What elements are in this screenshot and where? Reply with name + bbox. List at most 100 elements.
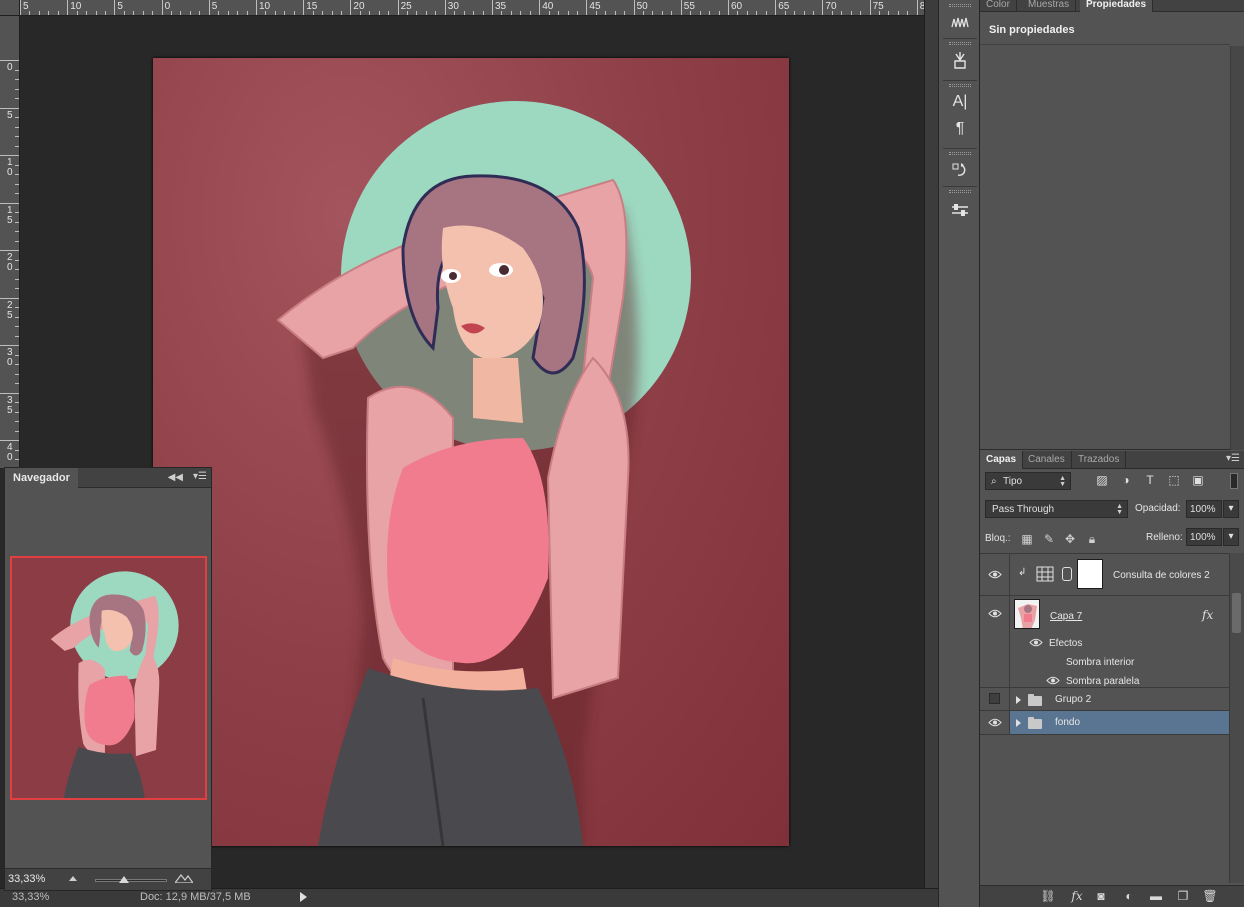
character-icon[interactable]: A|	[947, 90, 973, 114]
navigator-zoom-field[interactable]: 33,33%	[8, 873, 45, 885]
ruler-tick	[208, 0, 210, 15]
horizontal-ruler[interactable]: 510505101520253035404550556065707580	[20, 0, 924, 16]
filter-type-icon[interactable]: T	[1142, 473, 1158, 489]
folder-icon	[1028, 717, 1042, 729]
spinner-icon: ▲ ▼	[1116, 503, 1123, 516]
opacity-input[interactable]: 100%	[1186, 500, 1222, 518]
panel-icon-strip: A| ¶	[938, 0, 980, 907]
add-mask-icon[interactable]: ◙	[1093, 889, 1109, 905]
scrollbar-thumb[interactable]	[1232, 593, 1241, 633]
tab-muestras[interactable]: Muestras	[1022, 0, 1077, 12]
ruler-tick	[492, 0, 493, 15]
zoom-in-icon[interactable]	[175, 873, 193, 883]
effects-header[interactable]: Efectos	[1049, 638, 1082, 649]
filter-pixel-icon[interactable]: ▨	[1094, 473, 1110, 489]
visibility-toggle[interactable]	[980, 688, 1010, 710]
adjustments-icon[interactable]	[947, 198, 973, 222]
panel-menu-icon[interactable]: ▾☰	[1226, 453, 1240, 464]
eye-icon[interactable]	[988, 609, 1002, 618]
vertical-ruler[interactable]: 0 5 1 0 1 5 2 0 2 5 3 0 3 5 4 0	[0, 16, 20, 468]
layer-row-fondo[interactable]: fondo	[980, 711, 1229, 735]
expand-icon[interactable]	[1016, 719, 1021, 727]
opacity-label: Opacidad:	[1135, 503, 1181, 514]
eye-icon[interactable]	[1029, 638, 1043, 647]
lock-pixels-icon[interactable]: ✎	[1042, 532, 1056, 546]
paragraph-icon[interactable]: ¶	[947, 117, 973, 141]
panel-menu-icon[interactable]: ▾☰	[193, 471, 207, 482]
navigator-header: Navegador ◀◀ ▾☰	[5, 468, 211, 488]
clone-source-icon[interactable]	[947, 48, 973, 72]
zoom-out-icon[interactable]	[69, 876, 77, 881]
visibility-toggle[interactable]	[980, 711, 1010, 734]
link-layers-icon[interactable]: ⛓	[1040, 889, 1056, 905]
ruler-tick	[0, 202, 19, 204]
strip-grip[interactable]	[949, 4, 971, 7]
effect-drop-shadow[interactable]: Sombra paralela	[1066, 676, 1139, 687]
ruler-label: 5	[117, 1, 123, 12]
tab-color[interactable]: Color	[980, 0, 1017, 12]
ruler-label: 2 0	[7, 252, 13, 273]
ruler-tick	[350, 0, 352, 15]
status-menu-arrow-icon[interactable]	[300, 892, 307, 902]
properties-empty-label: Sin propiedades	[989, 24, 1075, 36]
layer-row-grupo-2[interactable]: Grupo 2	[980, 688, 1229, 711]
layers-footer: ⛓ fx ◙ ◐ ▬ ❐ 🗑︎	[980, 885, 1244, 907]
collapse-icon[interactable]: ◀◀	[168, 472, 183, 483]
vertical-scrollbar[interactable]	[924, 0, 938, 890]
new-adjustment-icon[interactable]: ◐	[1121, 889, 1137, 905]
layer-name[interactable]: fondo	[1055, 717, 1080, 728]
effect-inner-shadow[interactable]: Sombra interior	[1066, 657, 1134, 668]
lock-transparency-icon[interactable]: ▦	[1020, 532, 1034, 546]
opacity-dropdown[interactable]: ▾	[1223, 500, 1239, 518]
navigator-preview[interactable]	[10, 556, 207, 800]
layer-row-capa-7[interactable]: Capa 7 fx Efectos Sombra interior Sombra…	[980, 596, 1229, 688]
ruler-tick	[680, 0, 682, 15]
ruler-label: 1 0	[7, 157, 13, 178]
layer-mask-thumbnail[interactable]	[1077, 559, 1103, 589]
layers-scrollbar[interactable]	[1229, 553, 1244, 883]
filter-toggle[interactable]	[1230, 473, 1238, 489]
fill-dropdown[interactable]: ▾	[1223, 528, 1239, 546]
add-style-icon[interactable]: fx	[1069, 889, 1085, 905]
history-icon[interactable]	[947, 158, 973, 182]
fx-icon[interactable]: fx	[1202, 608, 1213, 622]
visibility-toggle[interactable]	[980, 554, 1010, 595]
lock-all-icon[interactable]: 🔒︎	[1085, 532, 1099, 546]
filter-shape-icon[interactable]: ⬚	[1166, 473, 1182, 489]
delete-layer-icon[interactable]: 🗑︎	[1202, 889, 1218, 905]
visibility-toggle[interactable]	[980, 596, 1010, 687]
hidden-box[interactable]	[989, 693, 1000, 704]
layer-name[interactable]: Consulta de colores 2	[1113, 570, 1210, 581]
tab-canales[interactable]: Canales	[1022, 451, 1072, 469]
ruler-tick	[161, 0, 163, 15]
document-canvas[interactable]	[153, 58, 789, 846]
layer-row-consulta-de-colores[interactable]: ↲ Consulta de colores 2	[980, 554, 1229, 596]
lock-position-icon[interactable]: ✥	[1063, 532, 1077, 546]
layer-thumbnail[interactable]	[1014, 599, 1040, 629]
tab-propiedades[interactable]: Propiedades	[1080, 0, 1154, 12]
blend-mode-select[interactable]: Pass Through ▲ ▼	[985, 500, 1128, 518]
new-layer-icon[interactable]: ❐	[1175, 889, 1191, 905]
link-icon[interactable]	[1062, 567, 1072, 581]
eye-icon[interactable]	[988, 570, 1002, 579]
ruler-tick	[633, 0, 635, 15]
tab-navigator[interactable]: Navegador	[5, 468, 78, 488]
eye-icon[interactable]	[988, 718, 1002, 727]
fill-input[interactable]: 100%	[1186, 528, 1222, 546]
brush-presets-icon[interactable]	[947, 10, 973, 34]
filter-smartobject-icon[interactable]: ▣	[1190, 473, 1206, 489]
eye-icon[interactable]	[1046, 676, 1060, 685]
layer-filter-select[interactable]: ⌕ Tipo ▲ ▼	[985, 472, 1071, 490]
zoom-slider[interactable]	[95, 879, 167, 882]
layer-name[interactable]: Capa 7	[1050, 611, 1082, 622]
tab-trazados[interactable]: Trazados	[1072, 451, 1127, 469]
tab-capas[interactable]: Capas	[980, 451, 1024, 469]
new-group-icon[interactable]: ▬	[1148, 889, 1164, 905]
layer-name[interactable]: Grupo 2	[1055, 694, 1091, 705]
zoom-slider-handle[interactable]	[119, 876, 129, 883]
ruler-tick	[0, 297, 19, 299]
properties-scrollbar[interactable]	[1230, 46, 1244, 450]
expand-icon[interactable]	[1016, 696, 1021, 704]
status-zoom[interactable]: 33,33%	[12, 891, 49, 903]
filter-adjustment-icon[interactable]: ◑	[1118, 473, 1134, 489]
